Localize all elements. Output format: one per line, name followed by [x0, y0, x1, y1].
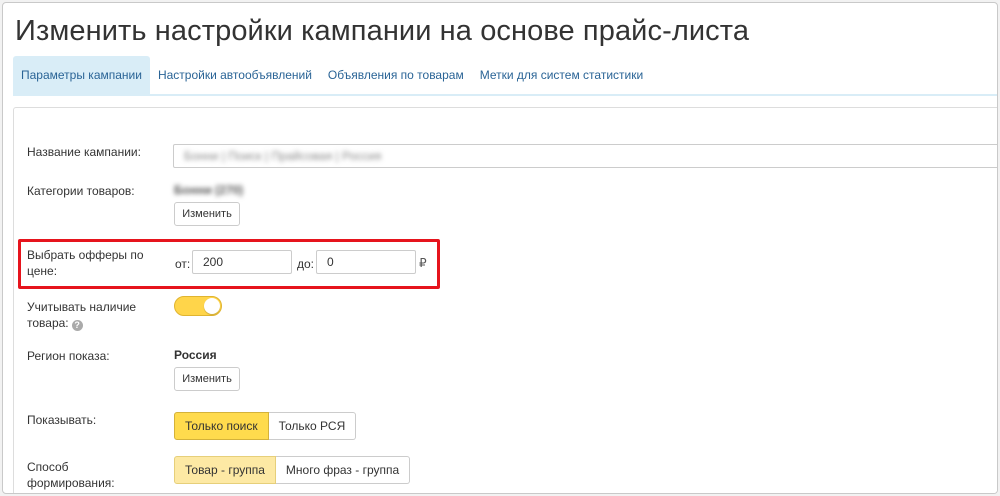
price-to-label: до:	[297, 257, 315, 271]
tab-underline	[13, 94, 997, 96]
tab-auto-ads-settings[interactable]: Настройки автообъявлений	[150, 56, 320, 94]
categories-value: Бонни (270)	[174, 183, 244, 197]
formation-label: Способ формирования:	[27, 460, 115, 490]
stock-toggle[interactable]	[174, 296, 222, 316]
show-option-search-only[interactable]: Только поиск	[174, 412, 269, 440]
region-value: Россия	[174, 348, 217, 362]
question-circle-icon[interactable]: ?	[71, 319, 83, 331]
toggle-knob	[204, 298, 220, 314]
tab-stats-tags[interactable]: Метки для систем статистики	[472, 56, 651, 94]
price-from-label: от:	[175, 257, 191, 271]
price-to-input[interactable]: 0	[316, 250, 416, 274]
price-filter-label: Выбрать офферы по цене:	[27, 248, 144, 278]
campaign-name-input[interactable]: Бонни | Поиск | Прайсовая | Россия	[173, 144, 997, 168]
show-segmented-control: Только поиск Только РСЯ	[174, 412, 357, 440]
region-label: Регион показа:	[27, 349, 110, 363]
tab-product-ads[interactable]: Объявления по товарам	[320, 56, 472, 94]
formation-option-product-group[interactable]: Товар - группа	[174, 456, 276, 484]
currency-ruble-icon: ₽	[419, 256, 427, 270]
tab-campaign-params[interactable]: Параметры кампании	[13, 56, 150, 94]
stock-label: Учитывать наличие товара:?	[27, 299, 155, 331]
formation-segmented-control: Товар - группа Много фраз - группа	[174, 456, 411, 484]
region-change-button[interactable]: Изменить	[174, 367, 240, 391]
page-title: Изменить настройки кампании на основе пр…	[15, 15, 750, 47]
categories-change-button[interactable]: Изменить	[174, 202, 240, 226]
formation-option-many-phrases-group[interactable]: Много фраз - группа	[275, 456, 411, 484]
campaign-name-label: Название кампании:	[27, 145, 141, 159]
show-label: Показывать:	[27, 413, 97, 427]
tab-bar: Параметры кампании Настройки автообъявле…	[13, 56, 997, 94]
window-frame: Изменить настройки кампании на основе пр…	[2, 2, 998, 494]
campaign-name-value: Бонни | Поиск | Прайсовая | Россия	[184, 149, 382, 163]
categories-label: Категории товаров:	[27, 184, 135, 198]
price-from-input[interactable]: 200	[192, 250, 292, 274]
show-option-rsya-only[interactable]: Только РСЯ	[268, 412, 357, 440]
